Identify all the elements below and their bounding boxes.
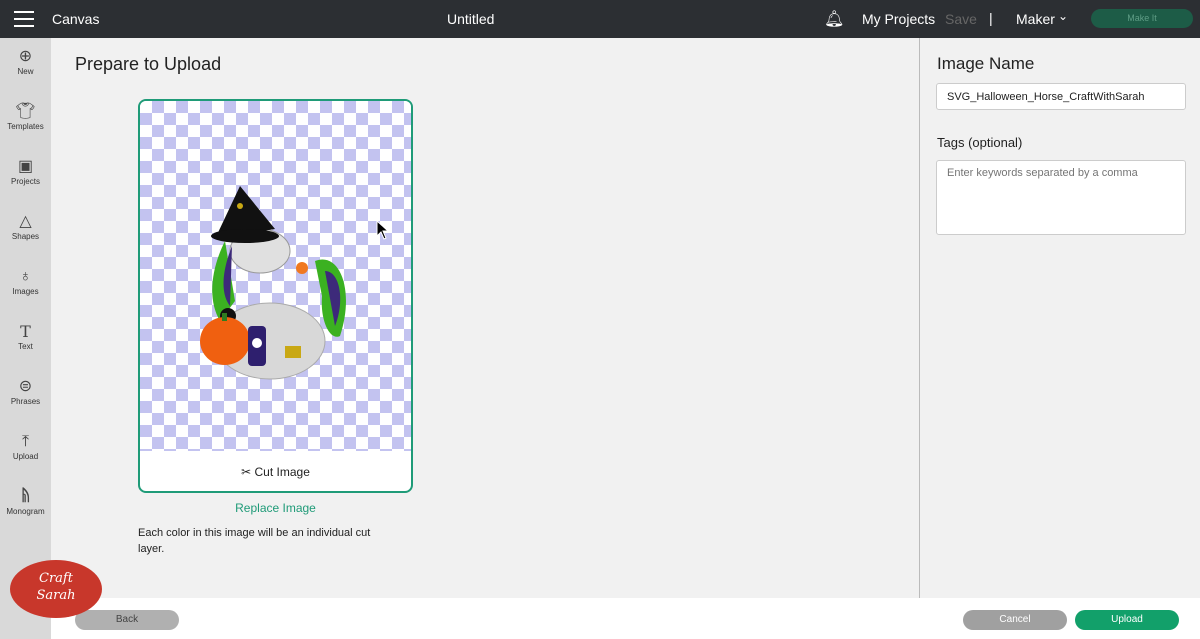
projects-icon: ▣ [17,158,34,175]
sidebar-item-phrases[interactable]: ⊜ Phrases [0,377,51,406]
sidebar-label: Projects [11,177,40,186]
menu-icon[interactable] [14,11,34,27]
speech-bubble-icon: ⊜ [18,378,33,395]
my-projects-link[interactable]: My Projects [862,11,935,27]
cut-image-option[interactable]: ✂ Cut Image [140,451,411,491]
sidebar-label: Text [18,342,33,351]
right-panel [919,38,1200,598]
cut-layer-note: Each color in this image will be an indi… [138,527,371,555]
replace-image-link[interactable]: Replace Image [138,501,413,515]
sidebar-item-shapes[interactable]: △ Shapes [0,212,51,241]
sidebar-label: Upload [12,452,39,461]
document-title[interactable]: Untitled [447,11,494,27]
sidebar-item-projects[interactable]: ▣ Projects [0,157,51,186]
page-title: Prepare to Upload [75,54,222,74]
app-name: Canvas [52,11,100,27]
back-button[interactable]: Back [75,610,179,630]
monogram-icon: ᚥ [20,488,31,505]
text-icon: T [20,322,31,341]
image-name-input[interactable]: SVG_Halloween_Horse_CraftWithSarah [936,83,1186,110]
separator: | [989,10,993,26]
sidebar-label: Shapes [11,232,40,241]
top-bar: Canvas Untitled 🔔︎ My Projects Save | Ma… [0,0,1200,38]
sidebar-label: Images [12,287,39,296]
bell-icon[interactable]: 🔔︎ [824,9,844,29]
sidebar-item-new[interactable]: ⊕ New [0,47,51,76]
cut-image-label: Cut Image [254,465,310,479]
upload-button[interactable]: Upload [1075,610,1179,630]
image-name-label: Image Name [937,54,1035,73]
scissors-icon: ✂ [241,465,252,479]
tags-input[interactable] [936,160,1186,235]
horse-image [200,186,346,380]
sidebar-item-upload[interactable]: ⤒ Upload [0,432,51,461]
plus-circle-icon: ⊕ [18,48,33,65]
save-button[interactable]: Save [945,11,977,27]
make-it-button[interactable]: Make It [1091,9,1193,28]
transparency-background [140,101,411,451]
sidebar-item-monogram[interactable]: ᚥ Monogram [0,487,51,516]
sidebar: ⊕ New 👕︎ Templates ▣ Projects △ Shapes ♁ Imag… [0,38,51,639]
mouse-cursor-icon [376,220,390,240]
cancel-button[interactable]: Cancel [963,610,1067,630]
sidebar-label: Templates [7,122,44,131]
sidebar-item-text[interactable]: T Text [0,322,51,351]
upload-icon: ⤒ [21,433,30,450]
tags-label: Tags (optional) [937,135,1023,150]
sidebar-item-images[interactable]: ♁ Images [0,267,51,296]
chevron-down-icon[interactable]: ⌄ [1058,9,1068,23]
machine-select[interactable]: Maker [1016,11,1055,27]
sidebar-label: New [17,67,34,76]
shirt-icon: 👕︎ [15,103,36,120]
sidebar-item-templates[interactable]: 👕︎ Templates [0,102,51,131]
watermark-logo: Craft Sarah [10,560,102,618]
image-preview-card: ✂ Cut Image [138,99,413,493]
sidebar-label: Monogram [6,507,45,516]
lightbulb-icon: ♁ [19,268,32,285]
sidebar-label: Phrases [10,397,41,406]
shapes-icon: △ [19,213,32,230]
